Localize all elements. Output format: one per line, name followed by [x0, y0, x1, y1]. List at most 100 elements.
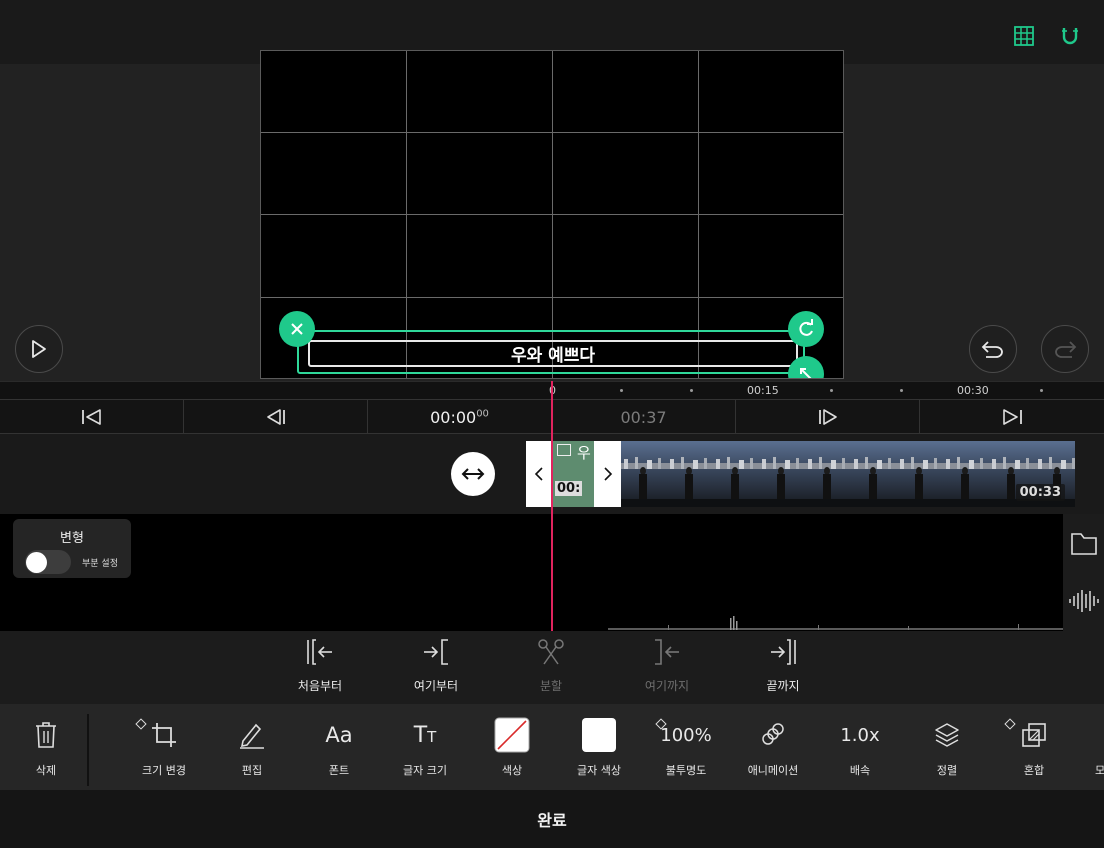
grid-line — [261, 214, 843, 215]
rotate-handle-icon[interactable] — [788, 311, 824, 347]
ruler-tick — [620, 389, 623, 392]
partial-label: 부분 설정 — [82, 559, 118, 569]
ruler-tick — [830, 389, 833, 392]
resize-handle-icon[interactable] — [788, 356, 824, 378]
animation-label: 애니메이션 — [747, 764, 799, 777]
blend-button[interactable]: 혼합 — [989, 718, 1079, 778]
font-button[interactable]: Aa 폰트 — [294, 718, 384, 778]
video-canvas[interactable]: 우와 예쁘다 — [260, 50, 844, 379]
speed-button[interactable]: 1.0x 배속 — [815, 718, 905, 778]
trim-from-start-button[interactable]: 처음부터 — [280, 637, 360, 694]
total-time: 00:37 — [552, 400, 736, 434]
blend-label: 혼합 — [1023, 764, 1045, 777]
toggle-knob — [26, 552, 47, 573]
more-tool-label[interactable]: 모 — [1095, 762, 1104, 778]
video-clip[interactable]: 00:33 — [621, 441, 1075, 507]
white-swatch-icon — [581, 718, 617, 752]
swap-arrows-icon[interactable] — [451, 452, 495, 496]
pencil-icon — [238, 718, 266, 752]
opacity-label: 불투명도 — [665, 764, 707, 777]
text-color-label: 글자 색상 — [577, 764, 621, 777]
edit-toolbar: 삭제 크기 변경 편집 Aa 폰트 TT 글자 크기 색상 글자 색상 100% — [0, 704, 1104, 790]
delete-label: 삭제 — [35, 764, 57, 777]
text-size-label: 글자 크기 — [403, 764, 447, 777]
edit-button[interactable]: 편집 — [207, 718, 297, 778]
partial-toggle[interactable] — [25, 550, 71, 574]
trim-to-here-button[interactable]: 여기까지 — [627, 637, 707, 694]
opacity-value: 100% — [660, 724, 712, 746]
font-icon: Aa — [325, 723, 353, 747]
audio-waveform — [608, 616, 1064, 630]
undo-button[interactable] — [969, 325, 1017, 373]
trim-right-icon[interactable] — [603, 467, 613, 481]
video-thumbnails — [621, 441, 1075, 507]
crop-icon — [150, 718, 178, 752]
resize-button[interactable]: 크기 변경 — [119, 718, 209, 778]
speed-value: 1.0x — [840, 724, 880, 746]
font-label: 폰트 — [328, 764, 350, 777]
caption-text: 우와 예쁘다 — [510, 346, 596, 366]
delete-button[interactable]: 삭제 — [1, 718, 91, 778]
text-size-icon: TT — [413, 722, 437, 748]
text-color-button[interactable]: 글자 색상 — [554, 718, 644, 778]
current-time-value: 00:00 — [430, 407, 477, 427]
next-frame-button[interactable] — [736, 400, 920, 434]
transform-title: 변형 — [60, 531, 84, 546]
edit-label: 편집 — [241, 764, 263, 777]
text-clip-label: 우 — [577, 444, 591, 462]
no-color-swatch-icon — [494, 717, 530, 753]
trim-label: 처음부터 — [297, 679, 343, 693]
current-time-frames: 00 — [476, 408, 489, 420]
trim-left-icon[interactable] — [534, 467, 544, 481]
divider — [87, 714, 89, 786]
trim-toolbar: 처음부터 여기부터 분할 여기까지 끝까지 — [0, 631, 1104, 704]
magnet-icon[interactable] — [1056, 22, 1084, 50]
trim-label: 끝까지 — [766, 679, 800, 693]
text-clip-body[interactable]: 우 00: — [553, 441, 594, 507]
done-button[interactable]: 완료 — [0, 790, 1104, 848]
keyframe-diamond-icon — [1004, 718, 1016, 730]
close-handle-icon[interactable] — [279, 311, 315, 347]
arrange-label: 정렬 — [936, 764, 958, 777]
text-layer-icon — [557, 444, 571, 456]
redo-button[interactable] — [1041, 325, 1089, 373]
ruler-tick — [1040, 389, 1043, 392]
side-tools — [1063, 514, 1104, 631]
folder-icon[interactable] — [1070, 530, 1098, 556]
text-clip-time: 00: — [555, 481, 583, 496]
grid-line — [261, 132, 843, 133]
trim-label: 여기까지 — [644, 679, 690, 693]
playhead[interactable] — [551, 381, 553, 631]
ruler-tick — [690, 389, 693, 392]
animation-button[interactable]: 애니메이션 — [728, 718, 818, 778]
transform-panel: 변형 부분 설정 — [13, 519, 131, 578]
arrange-button[interactable]: 정렬 — [902, 718, 992, 778]
text-size-button[interactable]: TT 글자 크기 — [380, 718, 470, 778]
grid-icon[interactable] — [1010, 22, 1038, 50]
go-to-end-button[interactable] — [920, 400, 1104, 434]
split-button[interactable]: 분할 — [511, 637, 591, 694]
trim-to-end-button[interactable]: 끝까지 — [743, 637, 823, 694]
trim-label: 분할 — [539, 679, 563, 693]
caption-box[interactable]: 우와 예쁘다 — [308, 340, 798, 367]
ruler-label: 00:30 — [957, 384, 989, 397]
ruler-label: 00:15 — [747, 384, 779, 397]
grid-line — [261, 297, 843, 298]
ruler-tick — [900, 389, 903, 392]
blend-icon — [1020, 718, 1048, 752]
trim-label: 여기부터 — [413, 679, 459, 693]
speed-label: 배속 — [849, 764, 871, 777]
resize-label: 크기 변경 — [142, 764, 186, 777]
opacity-button[interactable]: 100% 불투명도 — [641, 718, 731, 778]
color-label: 색상 — [501, 764, 523, 777]
prev-frame-button[interactable] — [184, 400, 368, 434]
trim-from-here-button[interactable]: 여기부터 — [396, 637, 476, 694]
color-button[interactable]: 색상 — [467, 717, 557, 778]
current-time: 00:0000 — [368, 400, 552, 434]
play-button[interactable] — [15, 325, 63, 373]
text-clip[interactable]: 우 00: — [526, 441, 621, 507]
go-to-start-button[interactable] — [0, 400, 184, 434]
done-label: 완료 — [537, 811, 567, 830]
clip-duration: 00:33 — [1015, 484, 1065, 501]
waveform-icon[interactable] — [1068, 588, 1100, 614]
